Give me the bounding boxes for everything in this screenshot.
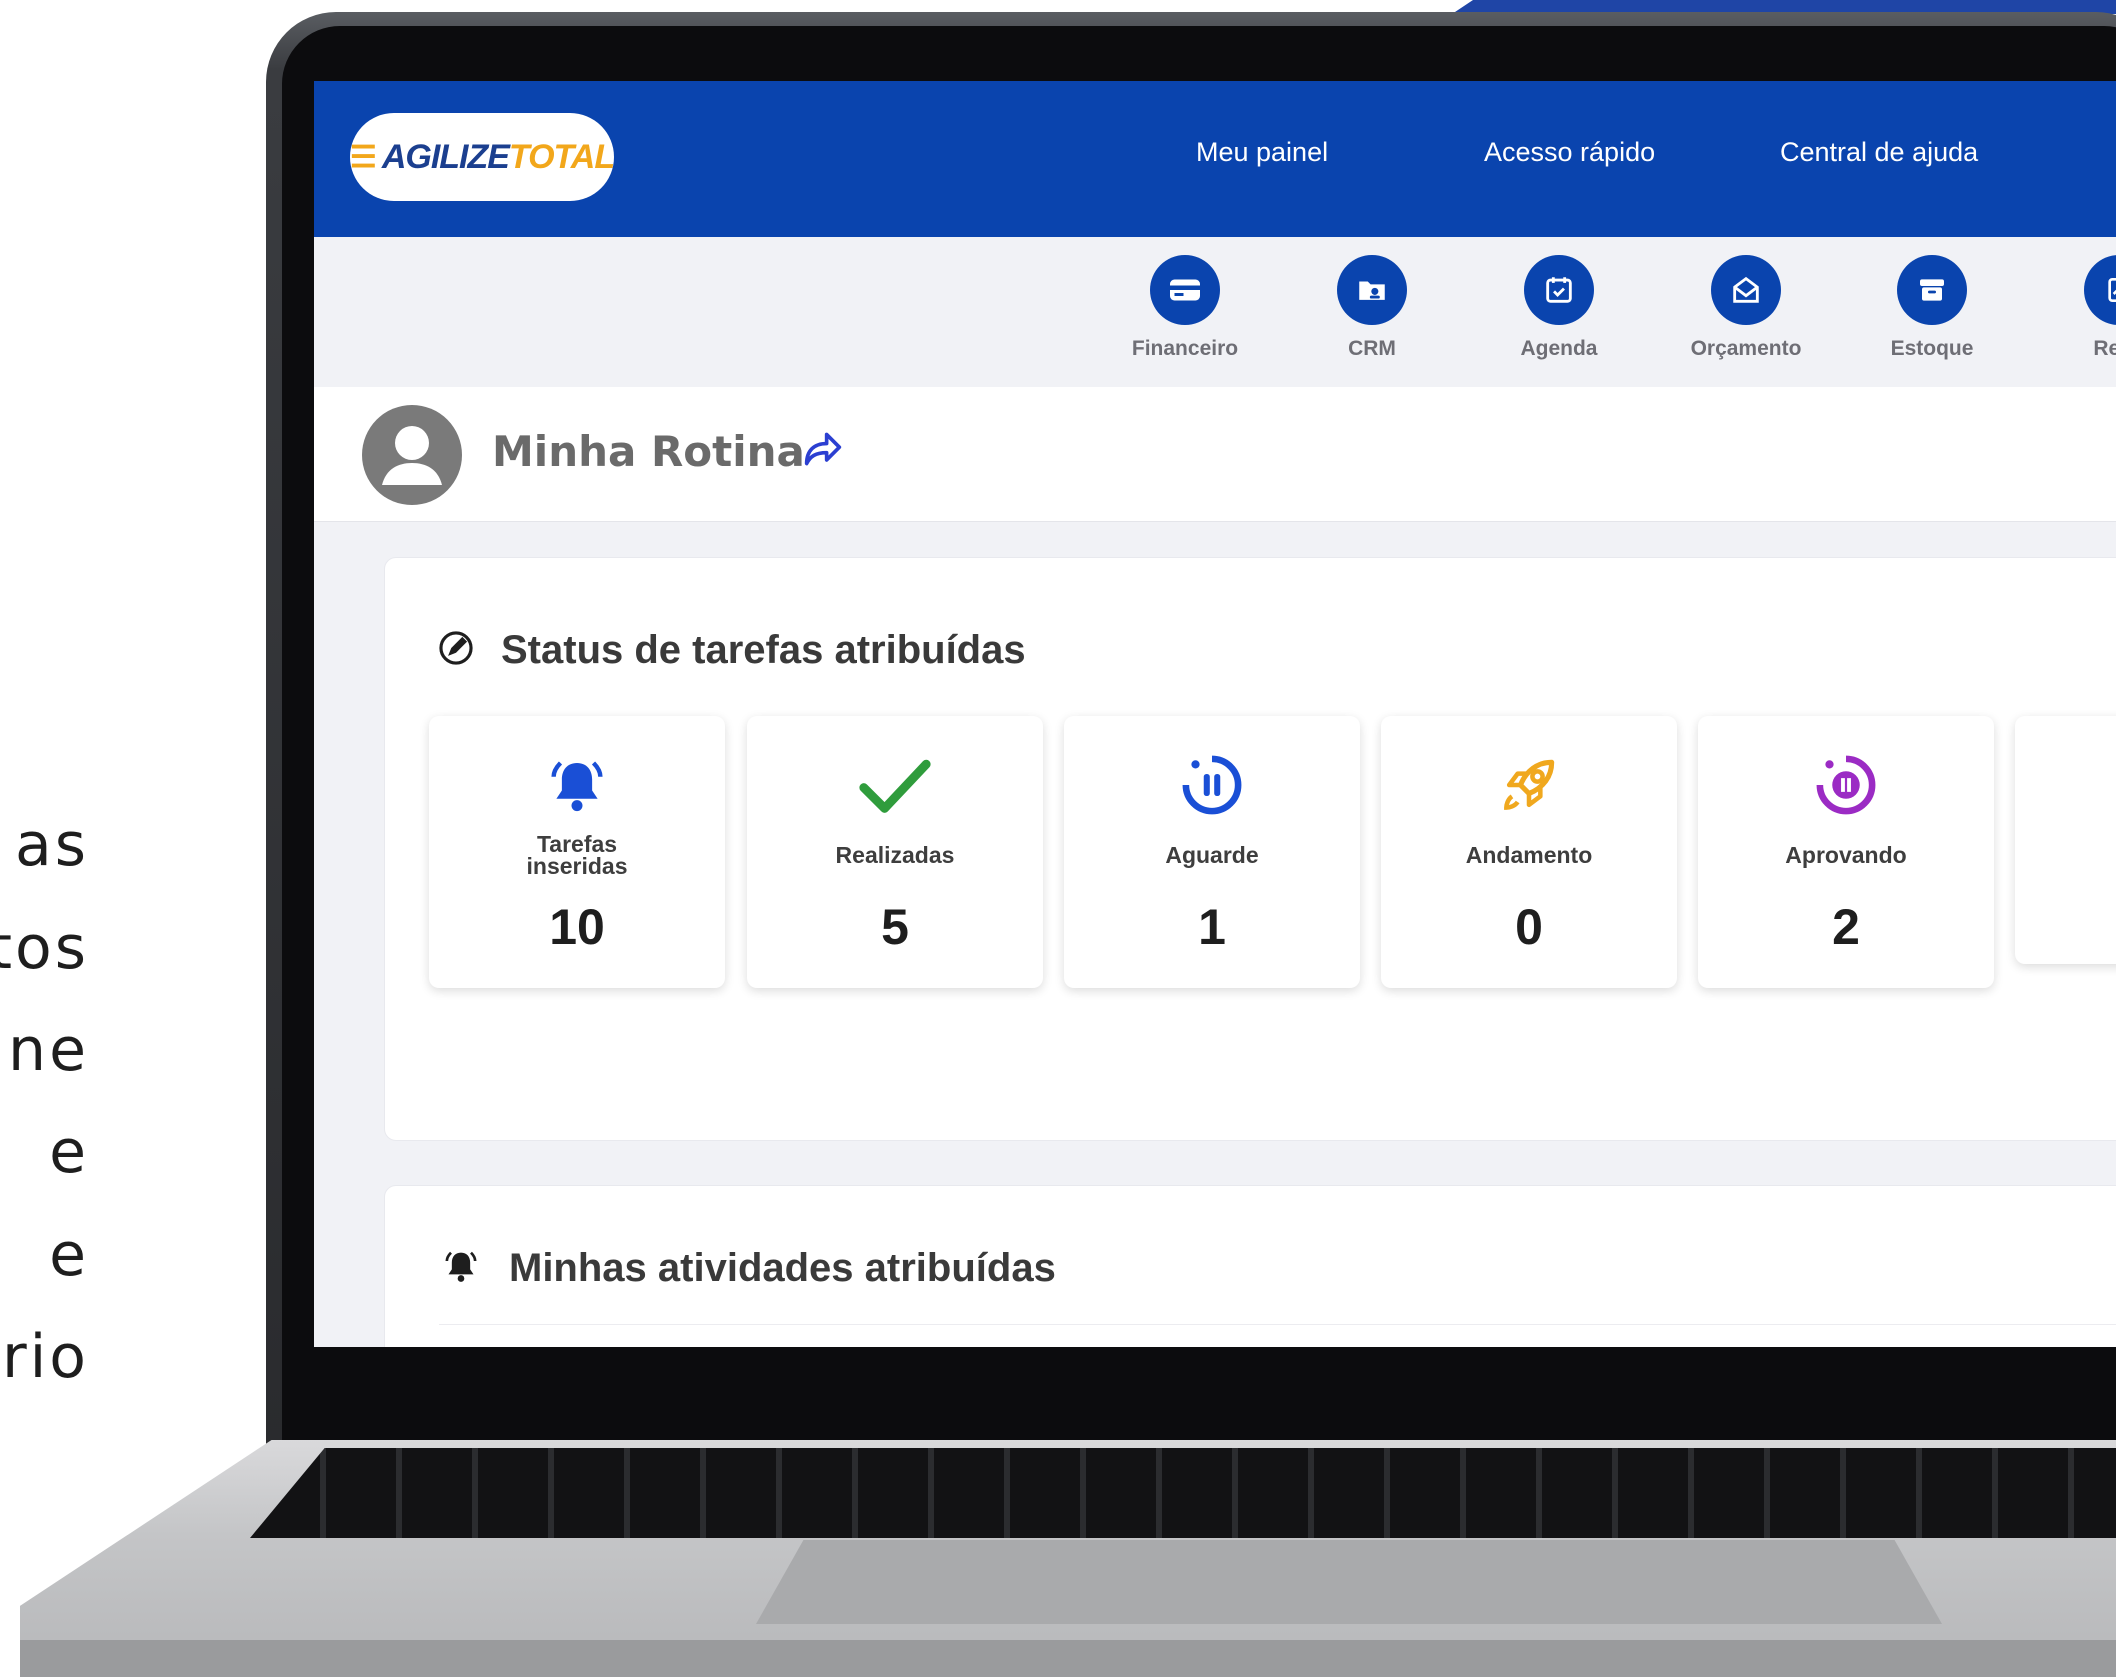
side-text-line: tos <box>0 913 89 983</box>
laptop-trackpad <box>756 1540 1942 1624</box>
share-arrow-icon[interactable] <box>800 429 846 474</box>
logo-mark-icon: ☰ <box>349 140 377 174</box>
logo-text-part2: TOTAL <box>508 137 615 176</box>
stat-count: 1 <box>1198 899 1226 955</box>
module-label: CRM <box>1348 337 1396 360</box>
status-panel-header: Status de tarefas atribuídas <box>437 628 1026 673</box>
avatar[interactable] <box>362 405 462 505</box>
pause-target-icon <box>1698 750 1994 820</box>
module-shortcuts: Financeiro CRM Agenda Orçamento Estoque <box>314 237 2116 387</box>
module-financeiro[interactable]: Financeiro <box>1110 255 1260 361</box>
module-label: Agenda <box>1520 337 1598 360</box>
module-label: Orçamento <box>1690 337 1802 360</box>
module-agenda[interactable]: Agenda <box>1484 255 1634 361</box>
module-label: Financeiro <box>1131 337 1239 360</box>
nav-acesso-rapido[interactable]: Acesso rápido <box>1484 137 1655 168</box>
side-text-line: as <box>14 810 89 880</box>
profile-row: Minha Rotina <box>314 387 2116 522</box>
calendar-check-icon <box>1524 255 1594 325</box>
activities-panel: Minhas atividades atribuídas <box>384 1185 2116 1347</box>
module-label: Relat <box>2093 337 2116 360</box>
stat-count: 2 <box>1832 899 1860 955</box>
stat-card-partial[interactable] <box>2015 716 2116 964</box>
module-label: Estoque <box>1890 337 1974 360</box>
module-estoque[interactable]: Estoque <box>1857 255 2007 361</box>
status-panel: Status de tarefas atribuídas Tarefas ins… <box>384 557 2116 1141</box>
stat-card-aprovando[interactable]: Aprovando 2 <box>1698 716 1994 988</box>
check-icon <box>747 750 1043 820</box>
report-chart-icon <box>2084 255 2116 325</box>
stat-card-aguarde[interactable]: Aguarde 1 <box>1064 716 1360 988</box>
divider <box>439 1324 2116 1325</box>
logo-text-part1: AGILIZE <box>381 137 510 176</box>
bell-ringing-icon <box>429 750 725 820</box>
stat-card-realizadas[interactable]: Realizadas 5 <box>747 716 1043 988</box>
module-relatorios[interactable]: Relat <box>2044 255 2116 361</box>
side-text-line: rio <box>1 1322 89 1392</box>
stat-label: Aprovando <box>1785 842 1907 868</box>
rocket-icon <box>1381 750 1677 820</box>
side-text-line: e <box>49 1117 89 1187</box>
pencil-circle-icon <box>437 629 475 672</box>
pause-circle-icon <box>1064 750 1360 820</box>
archive-box-icon <box>1897 255 1967 325</box>
module-orcamento[interactable]: Orçamento <box>1671 255 1821 361</box>
envelope-open-icon <box>1711 255 1781 325</box>
nav-meu-painel[interactable]: Meu painel <box>1196 137 1328 168</box>
contacts-folder-icon <box>1337 255 1407 325</box>
activities-panel-header: Minhas atividades atribuídas <box>441 1246 1056 1291</box>
app-logo[interactable]: ☰ AGILIZE TOTAL <box>349 113 615 201</box>
stat-card-tarefas-inseridas[interactable]: Tarefas inseridas 10 <box>429 716 725 988</box>
bell-icon <box>441 1246 481 1291</box>
app-screen: ☰ AGILIZE TOTAL Meu painel Acesso rápido… <box>314 81 2116 1347</box>
laptop-base-edge <box>20 1640 2116 1677</box>
page-title: Minha Rotina <box>492 427 805 476</box>
stat-label: Tarefas inseridas <box>526 831 628 879</box>
stat-label: Andamento <box>1465 842 1593 868</box>
credit-card-icon <box>1150 255 1220 325</box>
stat-count: 5 <box>881 899 909 955</box>
stat-count: 10 <box>549 899 605 955</box>
nav-central-de-ajuda[interactable]: Central de ajuda <box>1780 137 1978 168</box>
top-navbar: ☰ AGILIZE TOTAL Meu painel Acesso rápido… <box>314 81 2116 237</box>
activities-panel-title: Minhas atividades atribuídas <box>509 1246 1056 1290</box>
module-crm[interactable]: CRM <box>1297 255 1447 361</box>
side-text-line: ne <box>8 1015 89 1085</box>
laptop-keyboard <box>250 1448 2116 1538</box>
stat-count: 0 <box>1515 899 1543 955</box>
status-panel-title: Status de tarefas atribuídas <box>501 628 1026 672</box>
side-text-line: e <box>49 1220 89 1290</box>
stat-label: Realizadas <box>835 842 955 868</box>
stat-card-andamento[interactable]: Andamento 0 <box>1381 716 1677 988</box>
stat-label: Aguarde <box>1165 842 1259 868</box>
